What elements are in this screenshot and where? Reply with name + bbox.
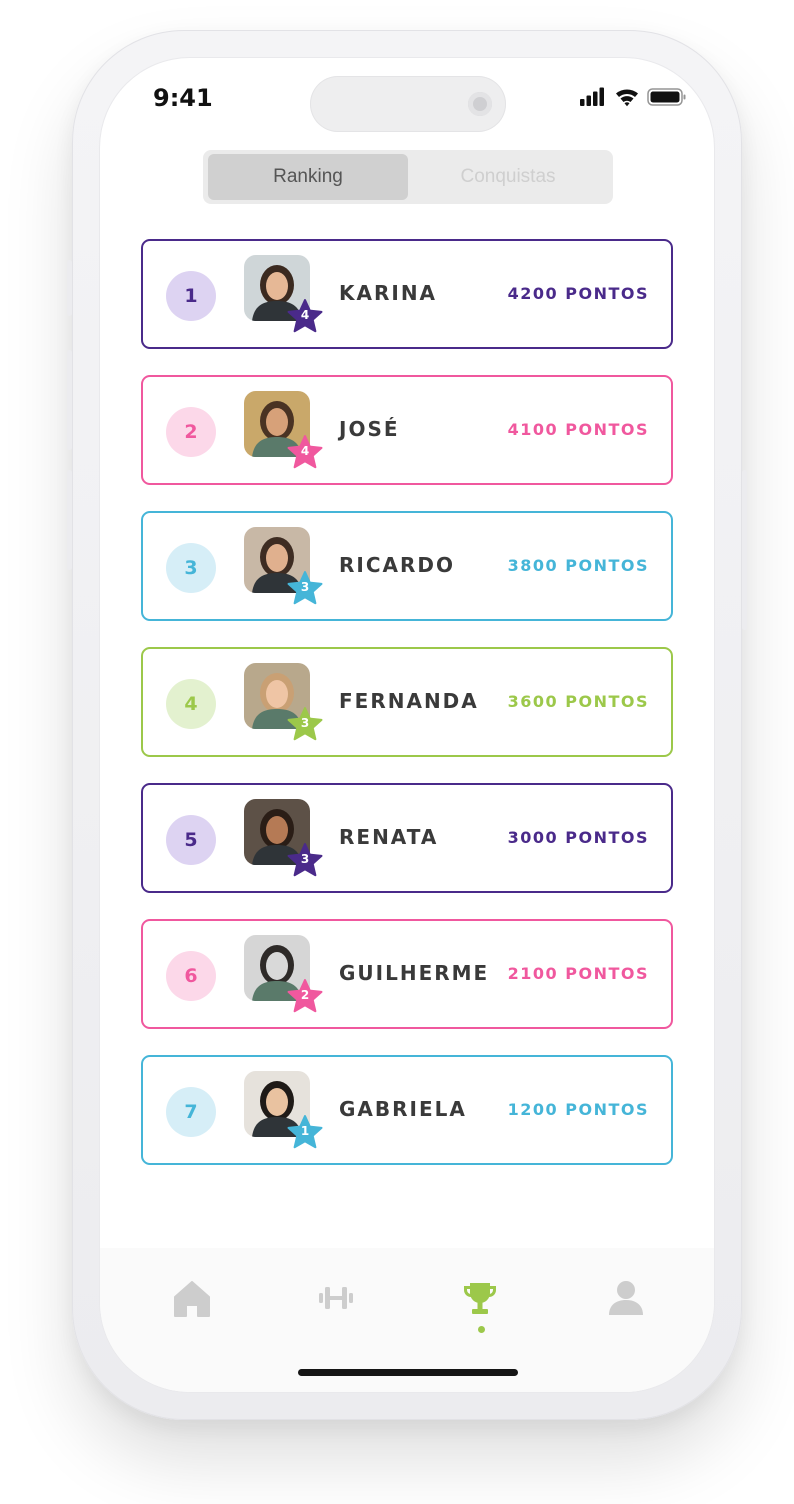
signal-icon	[580, 87, 604, 106]
level-number: 1	[300, 1124, 310, 1138]
ranking-card[interactable]: 4 3 FERNANDA 3600 PONTOS	[141, 647, 673, 757]
home-icon	[174, 1281, 210, 1317]
player-name: KARINA	[339, 281, 438, 305]
rank-position: 2	[166, 407, 216, 457]
player-name: RICARDO	[339, 553, 456, 577]
player-points: 3600 PONTOS	[507, 692, 649, 711]
bottom-tab-bar	[100, 1248, 714, 1392]
rank-position: 1	[166, 271, 216, 321]
player-name: GUILHERME	[339, 961, 490, 985]
level-number: 3	[300, 716, 310, 730]
workout-tab[interactable]	[316, 1278, 356, 1318]
rank-position: 4	[166, 679, 216, 729]
profile-icon	[609, 1281, 643, 1315]
power-button	[742, 470, 747, 630]
rank-position: 5	[166, 815, 216, 865]
home-tab[interactable]	[172, 1278, 212, 1318]
level-number: 2	[300, 988, 310, 1002]
player-points: 3000 PONTOS	[507, 828, 649, 847]
ranking-card[interactable]: 5 3 RENATA 3000 PONTOS	[141, 783, 673, 893]
player-name: FERNANDA	[339, 689, 479, 713]
status-time: 9:41	[153, 84, 213, 112]
battery-icon	[647, 88, 686, 106]
player-name: GABRIELA	[339, 1097, 467, 1121]
ranking-card[interactable]: 6 2 GUILHERME 2100 PONTOS	[141, 919, 673, 1029]
dumbbell-icon	[319, 1287, 353, 1309]
tab-conquistas[interactable]: Conquistas	[408, 154, 608, 200]
home-indicator[interactable]	[298, 1369, 518, 1376]
level-number: 3	[300, 852, 310, 866]
mute-switch	[67, 260, 72, 316]
camera-icon	[468, 92, 492, 116]
volume-up-button	[67, 350, 72, 450]
level-number: 4	[300, 308, 310, 322]
trophy-icon	[464, 1283, 496, 1314]
rank-position: 3	[166, 543, 216, 593]
player-name: RENATA	[339, 825, 439, 849]
player-points: 4200 PONTOS	[507, 284, 649, 303]
rank-position: 7	[166, 1087, 216, 1137]
ranking-card[interactable]: 2 4 JOSÉ 4100 PONTOS	[141, 375, 673, 485]
level-number: 3	[300, 580, 310, 594]
tab-ranking[interactable]: Ranking	[208, 154, 408, 200]
player-points: 3800 PONTOS	[507, 556, 649, 575]
ranking-tab[interactable]	[460, 1278, 500, 1318]
ranking-card[interactable]: 1 4 KARINA 4200 PONTOS	[141, 239, 673, 349]
player-points: 1200 PONTOS	[507, 1100, 649, 1119]
profile-tab[interactable]	[606, 1278, 646, 1318]
status-icons	[580, 87, 686, 107]
ranking-card[interactable]: 7 1 GABRIELA 1200 PONTOS	[141, 1055, 673, 1165]
dynamic-island	[310, 76, 506, 132]
level-number: 4	[300, 444, 310, 458]
active-tab-indicator	[478, 1326, 485, 1333]
player-points: 2100 PONTOS	[507, 964, 649, 983]
player-name: JOSÉ	[339, 417, 400, 441]
ranking-card[interactable]: 3 3 RICARDO 3800 PONTOS	[141, 511, 673, 621]
wifi-icon	[616, 89, 638, 107]
rank-position: 6	[166, 951, 216, 1001]
volume-down-button	[67, 470, 72, 570]
segmented-control: Ranking Conquistas	[203, 150, 613, 204]
player-points: 4100 PONTOS	[507, 420, 649, 439]
app-screen: 9:41 Ranking Conquistas 1 4 KARINA 4200 PON…	[100, 58, 714, 1392]
